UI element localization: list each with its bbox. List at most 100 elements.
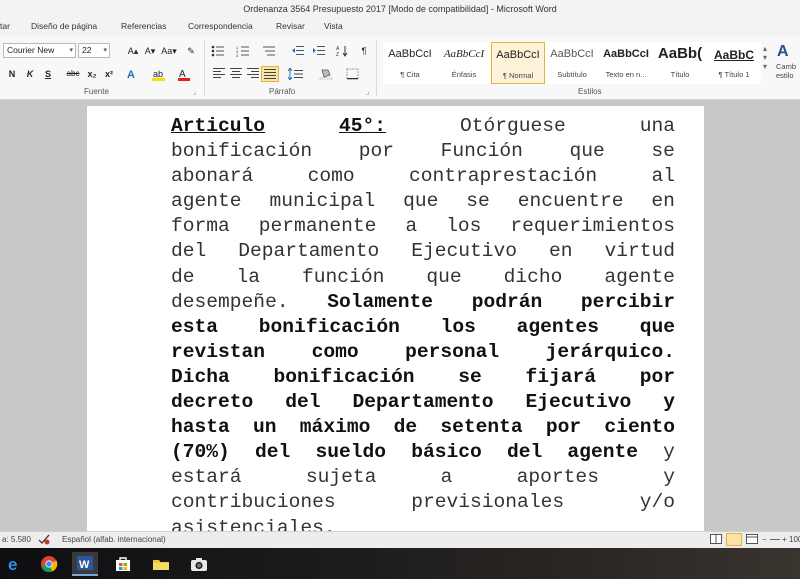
- style-normal[interactable]: AaBbCcI ¶ Normal: [491, 42, 545, 84]
- styles-scroll-icon[interactable]: ▴ ▾ ▾: [763, 44, 767, 71]
- document-word: como: [311, 340, 359, 363]
- store-icon[interactable]: [110, 552, 136, 576]
- style-sample: AaBbCcI: [496, 49, 540, 61]
- shrink-font-button[interactable]: A▾: [141, 45, 159, 57]
- align-center-icon[interactable]: [229, 68, 243, 80]
- align-right-icon[interactable]: [246, 68, 260, 80]
- numbering-icon[interactable]: 123: [235, 45, 251, 58]
- chevron-down-icon: ▾: [69, 47, 73, 54]
- document-word: fijará: [525, 365, 597, 388]
- change-styles-button[interactable]: A Camb estilo: [776, 40, 800, 88]
- style-titulo-1[interactable]: AaBbC ¶ Título 1: [707, 42, 761, 84]
- web-layout-icon[interactable]: [746, 534, 758, 546]
- zoom-out-button[interactable]: −: [762, 535, 767, 544]
- justify-icon[interactable]: [261, 66, 279, 82]
- sort-icon[interactable]: AZ: [335, 45, 349, 58]
- text-effects-icon[interactable]: A: [124, 68, 140, 81]
- tab-revisar[interactable]: Revisar: [276, 21, 305, 31]
- dialog-launcher-icon[interactable]: ⌟: [366, 88, 369, 96]
- font-color-icon[interactable]: A: [176, 68, 192, 81]
- clear-formatting-icon[interactable]: ✎: [184, 45, 198, 57]
- style-name: ¶ Título 1: [718, 70, 750, 79]
- document-word: de: [393, 416, 418, 439]
- document-word: que: [426, 265, 462, 288]
- document-word: a: [405, 215, 418, 238]
- bullets-icon[interactable]: [210, 45, 226, 57]
- file-explorer-icon[interactable]: [148, 552, 174, 576]
- document-word: que: [569, 140, 605, 163]
- style-cita[interactable]: AaBbCcI ¶ Cita: [383, 42, 437, 84]
- underline-button[interactable]: S: [42, 68, 54, 80]
- tab-referencias[interactable]: Referencias: [121, 21, 166, 31]
- zoom-slider[interactable]: [770, 539, 780, 540]
- strikethrough-button[interactable]: abc: [64, 68, 82, 80]
- font-name-combo[interactable]: Courier New ▾: [3, 43, 76, 58]
- document-word: podrán: [471, 290, 543, 313]
- document-line: Articulo 45°: Otórguese una: [171, 114, 675, 139]
- document-word: agente: [604, 265, 675, 288]
- increase-indent-icon[interactable]: [311, 45, 327, 57]
- document-line: revistan como personal jerárquico.: [171, 340, 675, 365]
- print-layout-icon[interactable]: [726, 533, 742, 546]
- style-texto-en-negrita[interactable]: AaBbCcI Texto en n...: [599, 42, 653, 84]
- borders-icon[interactable]: [344, 68, 362, 80]
- zoom-in-button[interactable]: +: [782, 535, 787, 544]
- document-line: desempeñe. Solamente podrán percibir: [171, 290, 675, 315]
- grow-font-button[interactable]: A▴: [124, 45, 142, 57]
- tab-vista[interactable]: Vista: [324, 21, 343, 31]
- document-word: percibir: [580, 290, 675, 313]
- page-info[interactable]: a: 5.580: [2, 535, 31, 544]
- style-sample: AaBbC: [713, 48, 754, 62]
- document-word: Articulo: [171, 115, 266, 137]
- decrease-indent-icon[interactable]: [290, 45, 306, 57]
- document-word: y/o: [639, 491, 675, 514]
- word-icon[interactable]: W: [72, 552, 98, 576]
- camera-icon[interactable]: [186, 552, 212, 576]
- document-body[interactable]: Articulo 45°: Otórguese una bonificación por F…: [171, 114, 675, 531]
- document-word: municipal: [269, 190, 376, 213]
- bold-button[interactable]: N: [6, 68, 18, 80]
- zoom-level[interactable]: 100: [789, 535, 800, 544]
- document-word: se: [458, 365, 482, 388]
- multilevel-list-icon[interactable]: [261, 45, 277, 57]
- show-formatting-marks-icon[interactable]: ¶: [358, 45, 370, 57]
- document-word: de: [171, 265, 195, 288]
- document-word: contribuciones: [171, 491, 336, 514]
- document-word: los: [446, 215, 482, 238]
- document-line: forma permanente a los requerimientos: [171, 214, 675, 239]
- highlight-color-icon[interactable]: ab: [150, 68, 168, 81]
- language-indicator[interactable]: Español (alfab. internacional): [62, 535, 166, 544]
- tab-diseno-de-pagina[interactable]: Diseño de página: [31, 21, 97, 31]
- tab-correspondencia[interactable]: Correspondencia: [188, 21, 253, 31]
- document-word: agente: [171, 190, 242, 213]
- superscript-button[interactable]: x²: [103, 68, 115, 80]
- chrome-icon[interactable]: [36, 552, 62, 576]
- style-titulo[interactable]: AaBb( Título: [653, 42, 707, 84]
- document-line: abonará como contraprestación al: [171, 164, 675, 189]
- dialog-launcher-icon[interactable]: ⌟: [193, 88, 196, 96]
- subscript-button[interactable]: x₂: [86, 68, 98, 80]
- document-word: previsionales: [411, 491, 565, 514]
- document-word: en: [548, 240, 573, 263]
- document-page[interactable]: Articulo 45°: Otórguese una bonificación por F…: [87, 106, 704, 531]
- edge-icon[interactable]: e: [2, 552, 28, 576]
- style-enfasis[interactable]: AaBbCcI Énfasis: [437, 42, 491, 84]
- document-word: Ejecutivo: [411, 240, 518, 263]
- font-size-combo[interactable]: 22 ▾: [78, 43, 110, 58]
- svg-text:ab: ab: [153, 69, 163, 79]
- proofing-icon[interactable]: [38, 534, 50, 547]
- read-mode-icon[interactable]: [710, 534, 722, 546]
- style-sample: AaBbCcI: [550, 48, 594, 60]
- line-spacing-icon[interactable]: [287, 67, 305, 81]
- svg-text:A: A: [127, 69, 135, 80]
- document-line: agente municipal que se encuentre en: [171, 189, 675, 214]
- document-line: estará sujeta a aportes y: [171, 465, 675, 490]
- change-case-button[interactable]: Aa▾: [158, 45, 180, 57]
- document-word: desempeñe.: [171, 290, 289, 313]
- align-left-icon[interactable]: [212, 68, 226, 80]
- shading-icon[interactable]: [318, 68, 336, 81]
- document-word: Solamente: [327, 290, 434, 313]
- italic-button[interactable]: K: [24, 68, 36, 80]
- tab-insertar[interactable]: tar: [0, 21, 10, 31]
- style-subtitulo[interactable]: AaBbCcI Subtítulo: [545, 42, 599, 84]
